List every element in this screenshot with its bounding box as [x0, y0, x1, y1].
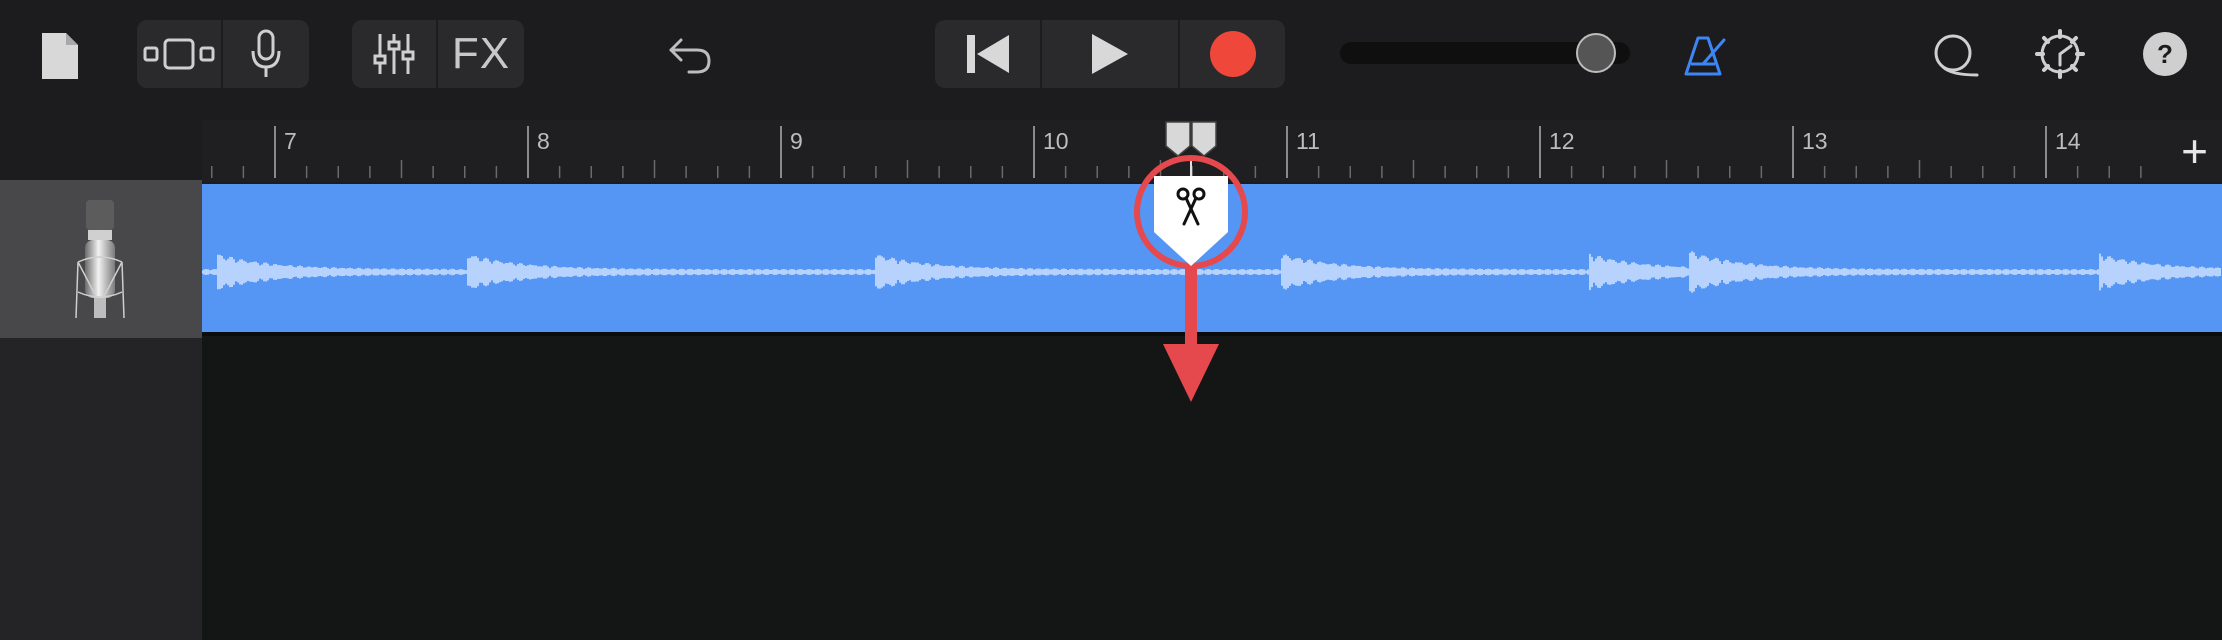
playhead-handle[interactable] — [1165, 121, 1217, 157]
split-overlay — [1134, 121, 1248, 402]
callout-arrow — [1163, 266, 1219, 402]
split-region-button[interactable] — [1154, 176, 1228, 266]
